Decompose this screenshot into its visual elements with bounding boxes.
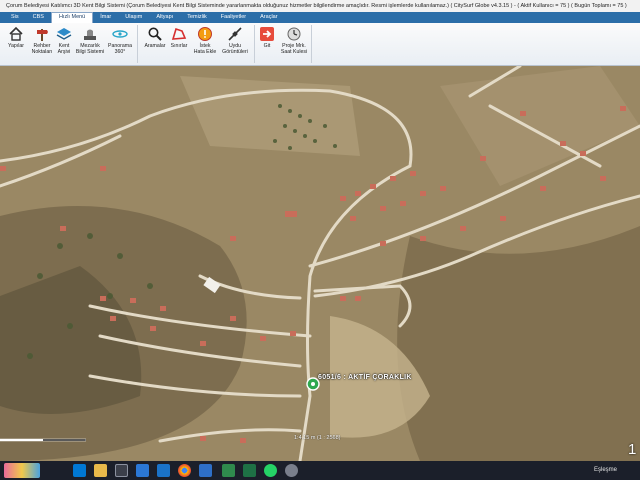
mezarlik-label: Mezarlık Bilgi Sistemi xyxy=(75,43,105,55)
mail-icon[interactable] xyxy=(157,464,170,477)
task-view-icon[interactable] xyxy=(115,464,128,477)
warning-icon xyxy=(198,27,212,41)
mezarlik-button[interactable]: Mezarlık Bilgi Sistemi xyxy=(72,25,108,63)
file-explorer-icon[interactable] xyxy=(94,464,107,477)
windows-taskbar: Eşleşme xyxy=(0,461,640,480)
store-icon[interactable] xyxy=(136,464,149,477)
uydu-goruntuleri-label: Uydu Görüntüleri xyxy=(222,43,248,55)
cemetery-icon xyxy=(84,29,96,40)
menu-temizlik[interactable]: Temizlik xyxy=(180,12,214,23)
parcel-label: 6051/6 : AKTİF ÇORAKLIK xyxy=(318,374,412,381)
menu-faaliyetler[interactable]: Faaliyetler xyxy=(214,12,253,23)
satellite-imagery xyxy=(0,66,640,461)
satellite-map-view[interactable]: 6051/6 : AKTİF ÇORAKLIK 1:4,15 m (1 : 25… xyxy=(0,66,640,461)
panorama-icon xyxy=(112,30,128,38)
menu-altyapi[interactable]: Altyapı xyxy=(149,12,180,23)
view-number: 1 xyxy=(628,441,637,458)
ribbon-group-search: Aramalar Sınırlar İstek Hata Ekle Uydu G… xyxy=(139,25,255,63)
magnifier-icon xyxy=(148,27,162,41)
menu-hizli-menu[interactable]: Hızlı Menü xyxy=(50,12,94,23)
settings-icon[interactable] xyxy=(285,464,298,477)
ribbon-group-general: Yapılar Rehber Noktaları Kent Arşivi Mez… xyxy=(0,25,138,63)
wallpaper-thumbnail-icon[interactable] xyxy=(4,463,40,478)
uydu-goruntuleri-button[interactable]: Uydu Görüntüleri xyxy=(219,25,251,63)
istek-hata-ekle-button[interactable]: İstek Hata Ekle xyxy=(189,25,221,63)
panorama-button[interactable]: Panorama 360° xyxy=(104,25,136,63)
excel-icon[interactable] xyxy=(222,464,235,477)
scale-text: 1:4,15 m (1 : 2568) xyxy=(294,435,341,441)
boundary-icon xyxy=(171,27,187,40)
panorama-label: Panorama 360° xyxy=(108,43,132,55)
menu-ulasim[interactable]: Ulaşım xyxy=(118,12,149,23)
taskbar-status-text: Eşleşme xyxy=(594,467,618,473)
windows-icon[interactable] xyxy=(73,464,86,477)
satellite-icon xyxy=(228,27,242,41)
main-menu: Sis CBS Hızlı Menü İmar Ulaşım Altyapı T… xyxy=(0,12,640,23)
menu-imar[interactable]: İmar xyxy=(93,12,118,23)
excel-second-icon[interactable] xyxy=(243,464,256,477)
scale-bar xyxy=(0,438,86,442)
menu-cbs[interactable]: CBS xyxy=(26,12,51,23)
proje-merkezi-button[interactable]: Proje Mrk. Saat Kulesi xyxy=(276,25,312,63)
menu-sis[interactable]: Sis xyxy=(4,12,26,23)
ribbon-toolbar: Yapılar Rehber Noktaları Kent Arşivi Mez… xyxy=(0,23,640,66)
goto-arrow-icon xyxy=(260,27,274,41)
clock-tower-icon xyxy=(287,27,301,41)
window-title: Çorum Belediyesi Katılımcı 3D Kent Bilgi… xyxy=(0,0,640,12)
ribbon-group-navigation: Git Proje Mrk. Saat Kulesi xyxy=(256,25,312,63)
photos-icon[interactable] xyxy=(199,464,212,477)
chrome-icon[interactable] xyxy=(178,464,191,477)
layers-icon xyxy=(56,28,72,40)
house-icon xyxy=(9,26,23,41)
whatsapp-icon[interactable] xyxy=(264,464,277,477)
menu-araclar[interactable]: Araçlar xyxy=(253,12,284,23)
proje-merkezi-label: Proje Mrk. Saat Kulesi xyxy=(280,43,308,55)
istek-hata-ekle-label: İstek Hata Ekle xyxy=(193,43,217,55)
